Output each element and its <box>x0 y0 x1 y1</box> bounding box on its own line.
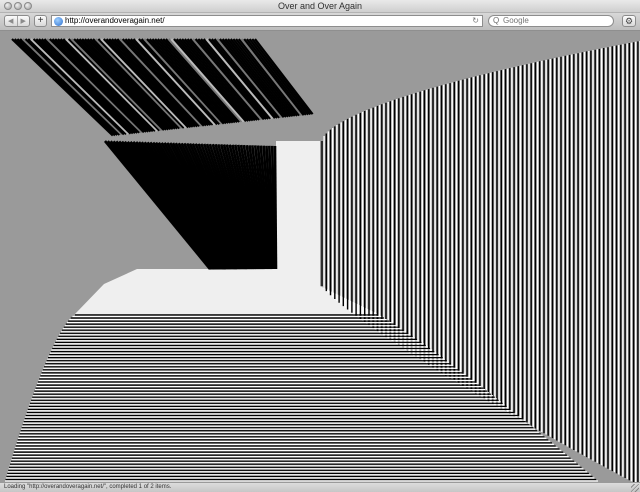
reload-icon[interactable]: ↻ <box>472 16 479 26</box>
back-icon[interactable]: ◀ <box>5 16 17 26</box>
mass-stripe <box>273 145 278 270</box>
striped-corridor-artwork <box>0 31 640 482</box>
web-content[interactable] <box>0 31 640 482</box>
back-forward-group: ◀ ▶ <box>4 15 30 27</box>
address-text[interactable]: http://overandoveragain.net/ <box>65 16 165 26</box>
search-icon[interactable]: Q <box>493 16 499 26</box>
add-bookmark-icon[interactable]: + <box>34 15 47 27</box>
toolbar: ◀ ▶ + http://overandoveragain.net/ ↻ Q ⚙ <box>0 13 640 31</box>
address-bar[interactable]: http://overandoveragain.net/ ↻ <box>51 15 483 27</box>
search-bar[interactable]: Q <box>488 15 614 27</box>
browser-window: Over and Over Again ◀ ▶ + http://overand… <box>0 0 640 492</box>
status-text: Loading "http://overandoveragain.net/", … <box>4 484 172 490</box>
resize-grip-icon[interactable] <box>631 484 639 492</box>
forward-icon[interactable]: ▶ <box>16 16 30 26</box>
globe-icon <box>54 17 63 26</box>
window-title: Over and Over Again <box>277 1 363 11</box>
gear-icon[interactable]: ⚙ <box>622 15 636 27</box>
search-input[interactable] <box>503 16 608 26</box>
title-bar[interactable]: Over and Over Again <box>0 0 640 13</box>
status-bar: Loading "http://overandoveragain.net/", … <box>0 482 640 492</box>
